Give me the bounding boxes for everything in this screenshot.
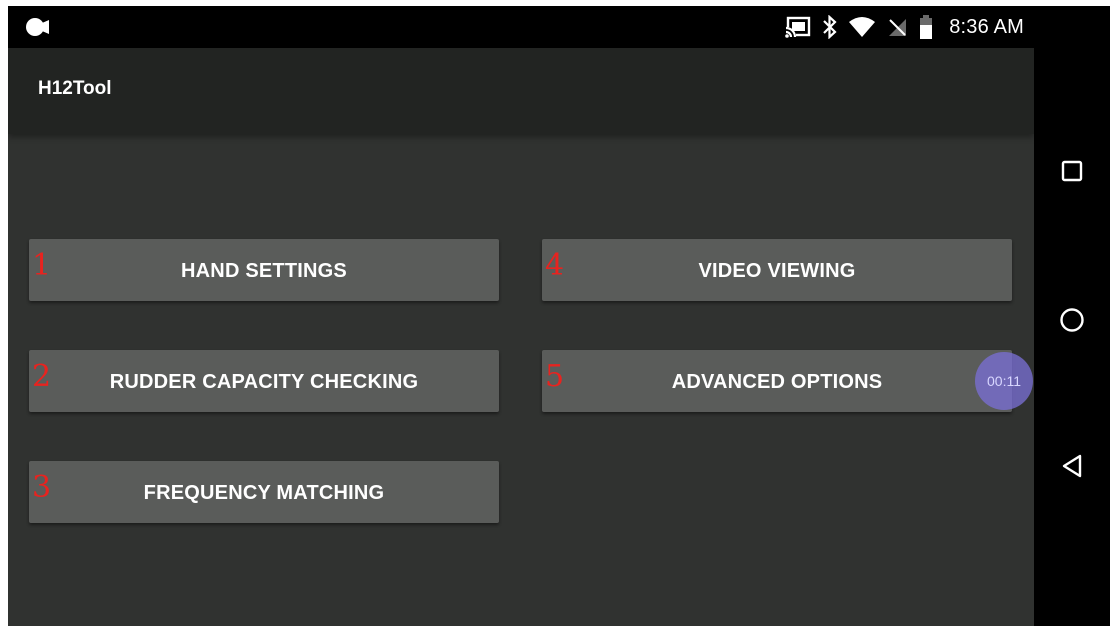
device-screen: 8:36 AM H12Tool 1 HAND SETTINGS 2 RUDDER… — [8, 6, 1110, 626]
home-circle-icon[interactable] — [1054, 302, 1090, 338]
app-window: 8:36 AM H12Tool 1 HAND SETTINGS 2 RUDDER… — [8, 6, 1034, 626]
video-viewing-button[interactable]: 4 VIDEO VIEWING — [542, 239, 1012, 301]
app-title: H12Tool — [38, 78, 112, 99]
status-clock: 8:36 AM — [949, 15, 1024, 38]
advanced-options-button[interactable]: 5 ADVANCED OPTIONS — [542, 350, 1012, 412]
button-label: ADVANCED OPTIONS — [671, 371, 883, 393]
rudder-capacity-checking-button[interactable]: 2 RUDDER CAPACITY CHECKING — [29, 350, 499, 412]
app-bar: H12Tool — [8, 48, 1034, 134]
recents-square-icon[interactable] — [1054, 153, 1090, 189]
status-bar: 8:36 AM — [8, 6, 1034, 48]
cast-icon — [785, 16, 811, 38]
button-label: HAND SETTINGS — [181, 260, 347, 282]
button-label: FREQUENCY MATCHING — [143, 482, 385, 504]
recording-timer-bubble[interactable]: 00:11 — [975, 352, 1033, 410]
frequency-matching-button[interactable]: 3 FREQUENCY MATCHING — [29, 461, 499, 523]
button-label: VIDEO VIEWING — [698, 260, 856, 282]
back-triangle-icon[interactable] — [1054, 448, 1090, 484]
no-signal-icon — [887, 17, 907, 37]
bluetooth-icon — [823, 15, 837, 39]
battery-icon — [919, 15, 933, 39]
recording-timer-text: 00:11 — [987, 373, 1021, 389]
navigation-bar — [1034, 6, 1110, 626]
record-icon — [26, 18, 50, 36]
button-label: RUDDER CAPACITY CHECKING — [109, 371, 419, 393]
wifi-icon — [849, 16, 876, 38]
status-icons: 8:36 AM — [785, 14, 1024, 40]
hand-settings-button[interactable]: 1 HAND SETTINGS — [29, 239, 499, 301]
